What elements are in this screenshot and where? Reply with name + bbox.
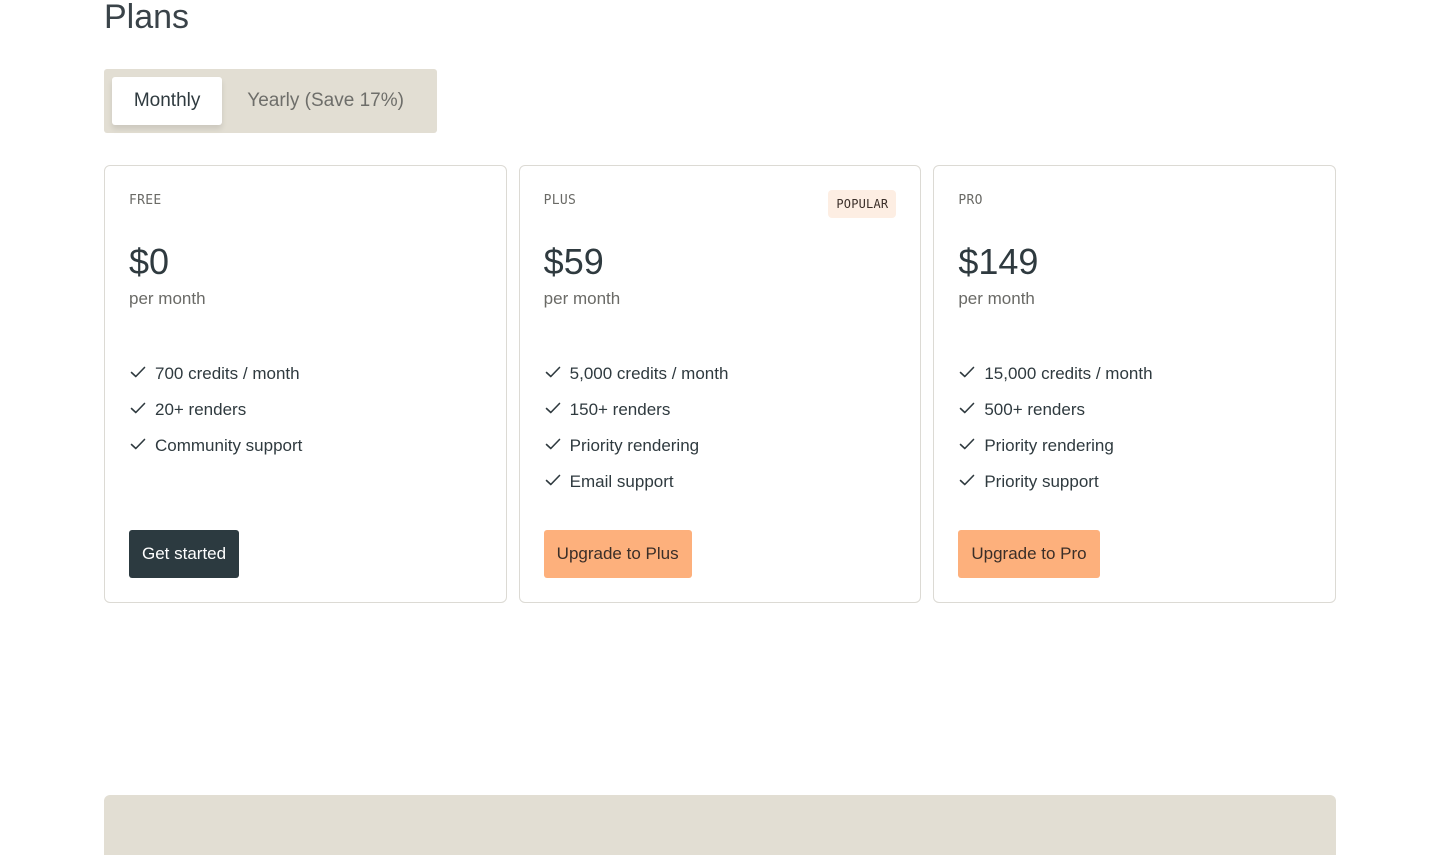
feature-label: 15,000 credits / month — [984, 364, 1153, 383]
check-icon — [545, 402, 560, 414]
popular-badge: POPULAR — [828, 190, 897, 218]
feature-item: Priority rendering — [544, 428, 729, 464]
feature-label: 5,000 credits / month — [569, 364, 729, 383]
check-icon — [960, 474, 975, 486]
check-icon — [545, 366, 560, 378]
plan-name: PRO — [958, 193, 983, 208]
check-icon — [130, 366, 146, 378]
toggle-yearly[interactable]: Yearly (Save 17%) — [222, 77, 429, 125]
plan-period: per month — [958, 289, 1035, 308]
toggle-monthly[interactable]: Monthly — [112, 77, 223, 125]
plan-period: per month — [543, 289, 621, 308]
check-icon — [545, 438, 560, 450]
feature-item: 500+ renders — [958, 392, 1152, 428]
feature-label: Email support — [569, 472, 674, 491]
plan-card-pro: PRO $149 per month 15,000 credits / mont… — [933, 165, 1337, 603]
upgrade-to-pro-button[interactable]: Upgrade to Pro — [958, 530, 1100, 578]
plan-price: $59 — [543, 241, 604, 282]
check-icon — [130, 402, 146, 414]
feature-label: 500+ renders — [984, 400, 1085, 419]
feature-item: 700 credits / month — [129, 356, 302, 392]
page-title: Plans — [104, 0, 190, 36]
plan-card-free: FREE $0 per month 700 credits / month 20… — [104, 165, 507, 603]
feature-label: Community support — [155, 436, 303, 455]
feature-item: Email support — [544, 464, 729, 500]
upgrade-to-plus-button[interactable]: Upgrade to Plus — [543, 530, 692, 578]
feature-label: Priority rendering — [984, 436, 1114, 455]
check-icon — [960, 402, 975, 414]
feature-label: Priority rendering — [569, 436, 700, 455]
feature-item: 150+ renders — [544, 392, 729, 428]
feature-item: Priority rendering — [958, 428, 1152, 464]
feature-list: 5,000 credits / month 150+ renders Prior… — [544, 356, 729, 500]
feature-item: 20+ renders — [129, 392, 302, 428]
check-icon — [960, 438, 975, 450]
plan-price: $0 — [129, 241, 170, 282]
feature-list: 15,000 credits / month 500+ renders Prio… — [958, 356, 1153, 500]
billing-period-toggle: Monthly Yearly (Save 17%) — [104, 69, 437, 133]
feature-label: 700 credits / month — [155, 364, 300, 383]
footer-panel — [104, 795, 1336, 855]
plan-price: $149 — [958, 241, 1039, 282]
plan-name: FREE — [129, 193, 162, 208]
plan-card-plus: PLUS POPULAR $59 per month 5,000 credits… — [518, 165, 922, 603]
feature-label: Priority support — [984, 472, 1099, 491]
check-icon — [545, 474, 560, 486]
check-icon — [960, 366, 975, 378]
plan-name: PLUS — [543, 193, 577, 208]
get-started-button[interactable]: Get started — [129, 530, 240, 578]
plan-period: per month — [129, 289, 206, 308]
plan-cards: FREE $0 per month 700 credits / month 20… — [104, 165, 1337, 603]
feature-label: 20+ renders — [155, 400, 247, 419]
check-icon — [130, 438, 146, 450]
feature-item: Community support — [129, 428, 302, 464]
feature-item: 5,000 credits / month — [544, 356, 729, 392]
feature-list: 700 credits / month 20+ renders Communit… — [129, 356, 302, 464]
feature-item: Priority support — [958, 464, 1152, 500]
feature-item: 15,000 credits / month — [958, 356, 1153, 392]
feature-label: 150+ renders — [569, 400, 671, 419]
